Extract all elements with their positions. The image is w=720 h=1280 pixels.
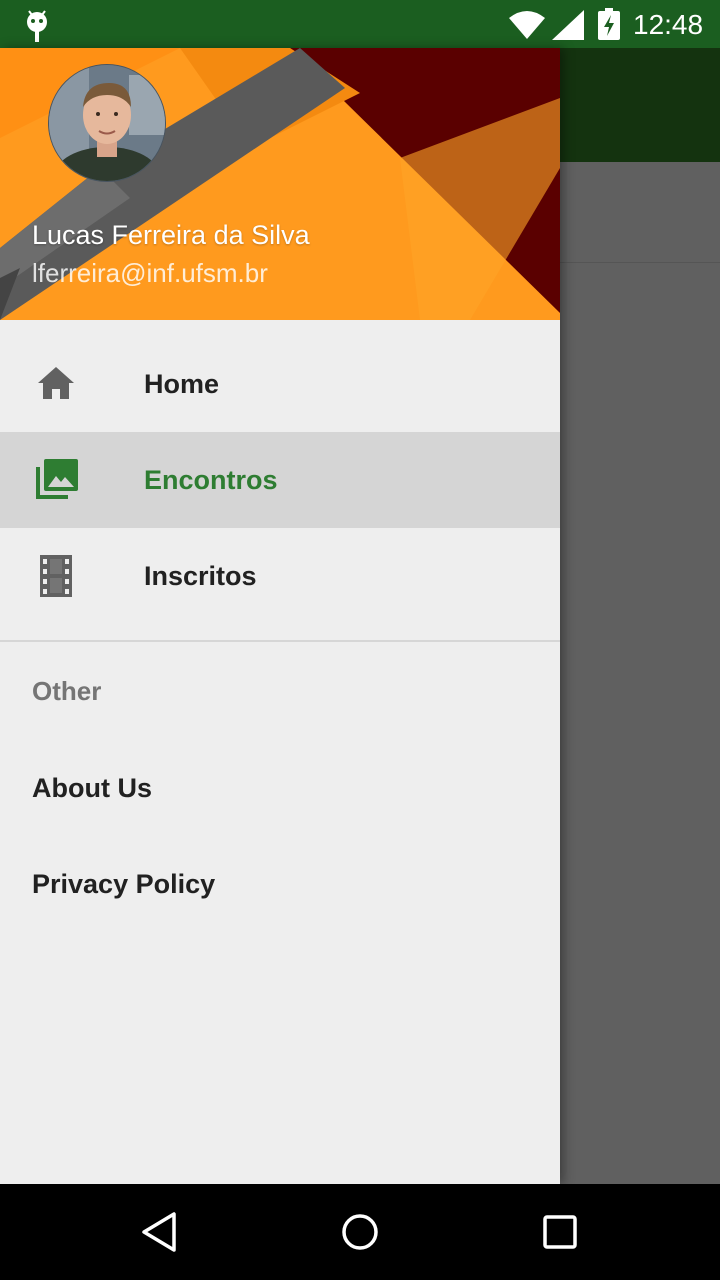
wifi-icon <box>509 11 545 39</box>
section-header-other: Other <box>32 676 102 706</box>
content-divider <box>560 262 720 263</box>
photo-library-icon <box>36 459 78 499</box>
menu-divider <box>0 640 560 642</box>
menu-item-label: Home <box>144 369 220 399</box>
menu-item-privacy-policy[interactable]: Privacy Policy <box>0 836 560 932</box>
home-circle-icon[interactable] <box>336 1208 384 1256</box>
menu-item-encontros[interactable]: Encontros <box>0 432 560 528</box>
menu-item-label: Privacy Policy <box>32 869 216 899</box>
signal-icon <box>552 10 584 40</box>
system-navigation-bar <box>0 1184 720 1280</box>
battery-charging-icon <box>598 8 620 40</box>
drawer-menu: Home Encontros Inscritos <box>0 336 560 624</box>
menu-item-label: Inscritos <box>144 561 257 591</box>
drawer-header: Lucas Ferreira da Silva lferreira@inf.uf… <box>0 48 560 320</box>
status-bar: 12:48 <box>0 0 720 48</box>
android-debug-icon <box>27 10 47 42</box>
menu-item-label: Encontros <box>144 465 278 495</box>
recents-icon[interactable] <box>536 1208 584 1256</box>
clock: 12:48 <box>633 9 704 40</box>
menu-item-label: About Us <box>32 773 152 803</box>
navigation-drawer: Lucas Ferreira da Silva lferreira@inf.uf… <box>0 48 560 1184</box>
user-email: lferreira@inf.ufsm.br <box>32 258 268 288</box>
user-name: Lucas Ferreira da Silva <box>32 220 310 250</box>
menu-item-inscritos[interactable]: Inscritos <box>0 528 560 624</box>
home-icon <box>38 367 74 399</box>
back-icon[interactable] <box>136 1208 184 1256</box>
avatar[interactable] <box>48 64 166 182</box>
film-icon <box>40 555 72 597</box>
menu-item-about-us[interactable]: About Us <box>0 740 560 836</box>
menu-item-home[interactable]: Home <box>0 336 560 432</box>
